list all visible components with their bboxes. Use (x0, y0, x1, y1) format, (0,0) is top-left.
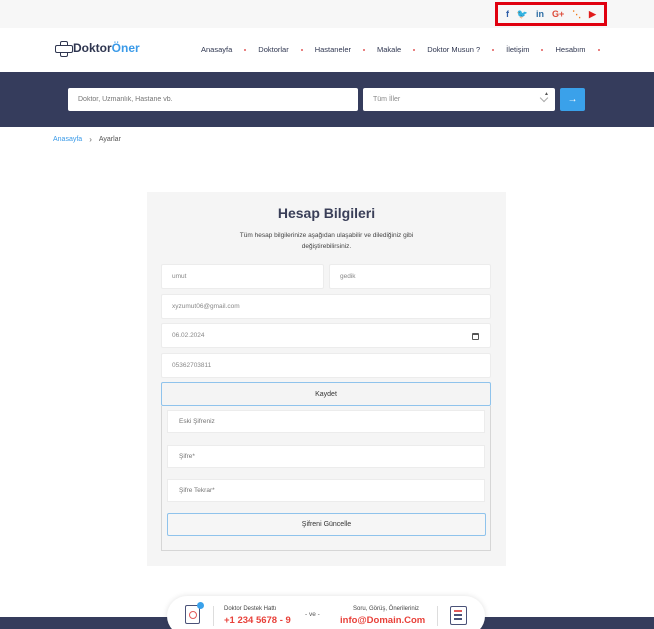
password-section: Şifreni Güncelle (161, 406, 491, 551)
search-band: Tüm İller ▲ → (0, 72, 654, 127)
calendar-icon[interactable] (472, 333, 479, 340)
arrow-right-icon: → (567, 94, 578, 105)
divider (213, 606, 214, 626)
youtube-icon[interactable]: ▶ (589, 9, 596, 19)
nav-dot (492, 48, 495, 51)
new-password-field[interactable] (167, 445, 485, 468)
logo-text-accent: Öner (111, 41, 140, 55)
facebook-icon[interactable]: f (506, 9, 509, 19)
social-links: f 🐦 in G+ ⋱ ▶ (495, 2, 607, 26)
feedback-email[interactable]: info@Domain.Com (340, 615, 425, 626)
google-plus-icon[interactable]: G+ (552, 9, 564, 19)
repeat-password-field[interactable] (167, 479, 485, 502)
account-card: Hesap Bilgileri Tüm hesap bilgilerinize … (147, 192, 506, 566)
page-title: Hesap Bilgileri (277, 205, 376, 221)
birth-date-field[interactable]: 06.02.2024 (161, 323, 491, 348)
first-name-field[interactable]: umut (161, 264, 324, 289)
nav-dot (363, 48, 365, 51)
clipboard-icon (450, 606, 467, 625)
save-button[interactable]: Kaydet (161, 382, 491, 406)
nav-item-makale[interactable]: Makale (377, 45, 416, 54)
phone-field[interactable]: 05362703811 (161, 353, 491, 378)
support-bar: Doktor Destek Hattı +1 234 5678 - 9 - ve… (167, 596, 485, 629)
breadcrumb-current: Ayarlar (98, 136, 121, 143)
main-nav: Anasayfa Doktorlar Hastaneler Makale Dok… (201, 45, 612, 54)
nav-dot (244, 48, 247, 51)
old-password-field[interactable] (167, 410, 485, 433)
breadcrumb-home[interactable]: Anasayfa (53, 136, 82, 143)
nav-item-hastaneler[interactable]: Hastaneler (315, 45, 365, 54)
linkedin-icon[interactable]: in (536, 9, 544, 19)
site-header: Doktor Öner Anasayfa Doktorlar Hastanele… (0, 28, 654, 72)
nav-item-iletisim[interactable]: İletişim (506, 45, 544, 54)
nav-dot (597, 48, 600, 51)
city-select-value: Tüm İller (373, 96, 401, 103)
city-select[interactable]: Tüm İller ▲ (363, 88, 555, 111)
nav-item-doktorlar[interactable]: Doktorlar (258, 45, 303, 54)
twitter-icon[interactable]: 🐦 (517, 9, 528, 19)
nav-dot (300, 48, 303, 51)
chevron-right-icon: › (89, 135, 92, 144)
rss-icon[interactable]: ⋱ (572, 9, 581, 19)
nav-item-anasayfa[interactable]: Anasayfa (201, 45, 247, 54)
hotline-number[interactable]: +1 234 5678 - 9 (224, 615, 291, 626)
doctor-support-icon (185, 602, 204, 624)
last-name-field[interactable]: gedik (329, 264, 491, 289)
top-bar: f 🐦 in G+ ⋱ ▶ (0, 0, 654, 28)
update-password-button[interactable]: Şifreni Güncelle (167, 513, 486, 536)
page-description: Tüm hesap bilgilerinize aşağıdan ulaşabi… (239, 232, 414, 250)
logo-text-primary: Doktor (73, 41, 112, 55)
email-field[interactable]: xyzumut06@gmail.com (161, 294, 491, 319)
hotline-label: Doktor Destek Hattı (224, 606, 277, 612)
site-logo[interactable]: Doktor Öner (55, 41, 140, 57)
feedback-label: Soru, Görüş, Önerileriniz (353, 606, 420, 612)
medical-cross-icon (55, 41, 73, 57)
search-button[interactable]: → (560, 88, 585, 111)
breadcrumb: Anasayfa › Ayarlar (53, 135, 121, 144)
search-input[interactable] (68, 88, 358, 111)
nav-item-doktor-musun[interactable]: Doktor Musun ? (427, 45, 495, 54)
nav-dot (541, 48, 544, 51)
nav-item-hesabim[interactable]: Hesabım (555, 45, 600, 54)
divider (437, 606, 438, 626)
support-separator: - ve - (305, 611, 320, 618)
nav-dot (413, 48, 416, 51)
